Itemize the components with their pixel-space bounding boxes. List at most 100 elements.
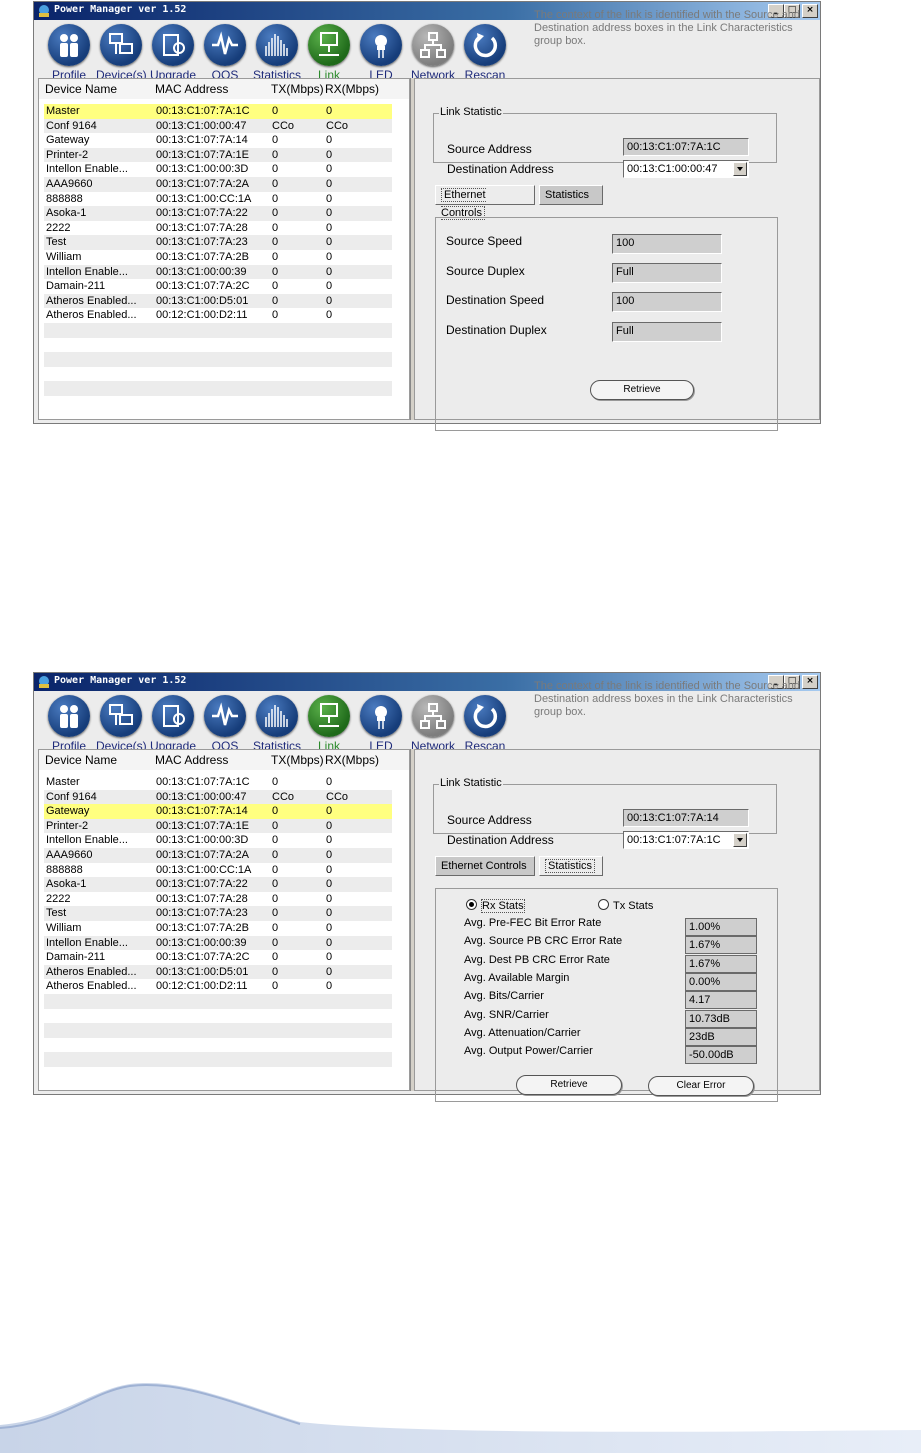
destination-address-select[interactable]: 00:13:C1:00:00:47 xyxy=(623,160,749,178)
retrieve-button[interactable]: Retrieve xyxy=(516,1075,622,1095)
toolbar-network-button[interactable]: Network xyxy=(408,24,458,82)
col-tx-mbps[interactable]: TX(Mbps) xyxy=(271,753,324,767)
table-row[interactable]: Intellon Enable... 00:13:C1:00:00:3D 0 0 xyxy=(44,833,392,848)
col-mac-address[interactable]: MAC Address xyxy=(155,82,228,96)
dropdown-arrow-icon[interactable] xyxy=(733,162,747,176)
toolbar-upgrade-button[interactable]: Upgrade xyxy=(148,695,198,753)
table-row[interactable] xyxy=(44,993,392,1009)
toolbar-link-button[interactable]: Link xyxy=(304,24,354,82)
table-row[interactable]: Test 00:13:C1:07:7A:23 0 0 xyxy=(44,235,392,250)
table-row[interactable]: Atheros Enabled... 00:13:C1:00:D5:01 0 0 xyxy=(44,293,392,309)
tx-cell: 0 xyxy=(272,207,279,220)
table-row[interactable]: Asoka-1 00:13:C1:07:7A:22 0 0 xyxy=(44,877,392,892)
table-row[interactable]: 2222 00:13:C1:07:7A:28 0 0 xyxy=(44,221,392,236)
rx-cell: CCo xyxy=(326,119,349,132)
col-device-name[interactable]: Device Name xyxy=(45,82,117,96)
device-name-cell: 2222 xyxy=(46,221,71,234)
table-row[interactable]: Intellon Enable... 00:13:C1:00:00:3D 0 0 xyxy=(44,162,392,177)
tab-ethernet-controls[interactable]: Ethernet Controls xyxy=(435,856,535,876)
table-row[interactable]: AAA9660 00:13:C1:07:7A:2A 0 0 xyxy=(44,847,392,863)
device-name-cell: Damain-211 xyxy=(46,280,106,293)
retrieve-button[interactable]: Retrieve xyxy=(590,380,694,400)
close-button[interactable]: × xyxy=(802,4,818,18)
table-row[interactable]: Intellon Enable... 00:13:C1:00:00:39 0 0 xyxy=(44,935,392,951)
table-row[interactable]: 888888 00:13:C1:00:CC:1A 0 0 xyxy=(44,863,392,878)
toolbar-rescan-button[interactable]: Rescan xyxy=(460,695,510,753)
mac-address-cell: 00:13:C1:07:7A:23 xyxy=(156,236,248,249)
device-name-cell: Printer-2 xyxy=(46,819,89,832)
table-row[interactable]: Printer-2 00:13:C1:07:7A:1E 0 0 xyxy=(44,147,392,163)
table-row[interactable] xyxy=(44,352,392,367)
mac-address-cell: 00:13:C1:07:7A:23 xyxy=(156,907,248,920)
toolbar-qos-button[interactable]: QOS xyxy=(200,695,250,753)
table-row[interactable] xyxy=(44,1052,392,1067)
tab-statistics[interactable]: Statistics xyxy=(539,185,603,205)
table-row[interactable] xyxy=(44,396,392,411)
table-row[interactable]: Intellon Enable... 00:13:C1:00:00:39 0 0 xyxy=(44,264,392,280)
dropdown-arrow-icon[interactable] xyxy=(733,833,747,847)
rx-stats-radio[interactable]: Rx Stats xyxy=(466,899,525,913)
col-rx-mbps[interactable]: RX(Mbps) xyxy=(325,753,379,767)
destination-address-select[interactable]: 00:13:C1:07:7A:1C xyxy=(623,831,749,849)
destination-address-value: 00:13:C1:00:00:47 xyxy=(627,163,718,175)
led-icon xyxy=(360,695,402,737)
col-tx-mbps[interactable]: TX(Mbps) xyxy=(271,82,324,96)
table-row[interactable]: Conf 9164 00:13:C1:00:00:47 CCo CCo xyxy=(44,118,392,134)
table-row[interactable]: Atheros Enabled... 00:12:C1:00:D2:11 0 0 xyxy=(44,308,392,323)
toolbar-network-button[interactable]: Network xyxy=(408,695,458,753)
table-row[interactable] xyxy=(44,367,392,382)
table-row[interactable]: 2222 00:13:C1:07:7A:28 0 0 xyxy=(44,892,392,907)
col-device-name[interactable]: Device Name xyxy=(45,753,117,767)
table-row[interactable]: Conf 9164 00:13:C1:00:00:47 CCo CCo xyxy=(44,789,392,805)
toolbar-devices-button[interactable]: Device(s) xyxy=(96,695,147,753)
table-row[interactable] xyxy=(44,1038,392,1053)
table-row[interactable]: Damain-211 00:13:C1:07:7A:2C 0 0 xyxy=(44,950,392,965)
table-row[interactable]: William 00:13:C1:07:7A:2B 0 0 xyxy=(44,921,392,936)
table-row[interactable]: Atheros Enabled... 00:13:C1:00:D5:01 0 0 xyxy=(44,964,392,980)
window-title: Power Manager ver 1.52 xyxy=(54,675,187,686)
col-rx-mbps[interactable]: RX(Mbps) xyxy=(325,82,379,96)
table-row[interactable]: William 00:13:C1:07:7A:2B 0 0 xyxy=(44,250,392,265)
toolbar-led-button[interactable]: LED xyxy=(356,24,406,82)
toolbar-profile-button[interactable]: Profile xyxy=(44,24,94,82)
toolbar-statistics-button[interactable]: Statistics xyxy=(252,24,302,82)
clear-error-button[interactable]: Clear Error xyxy=(648,1076,754,1096)
close-button[interactable]: × xyxy=(802,675,818,689)
toolbar-link-button[interactable]: Link xyxy=(304,695,354,753)
table-row[interactable]: AAA9660 00:13:C1:07:7A:2A 0 0 xyxy=(44,176,392,192)
toolbar-profile-button[interactable]: Profile xyxy=(44,695,94,753)
toolbar-led-button[interactable]: LED xyxy=(356,695,406,753)
table-row[interactable]: Test 00:13:C1:07:7A:23 0 0 xyxy=(44,906,392,921)
toolbar-statistics-button[interactable]: Statistics xyxy=(252,695,302,753)
table-row[interactable]: Asoka-1 00:13:C1:07:7A:22 0 0 xyxy=(44,206,392,221)
mac-address-cell: 00:13:C1:07:7A:2B xyxy=(156,921,249,934)
tab-statistics[interactable]: Statistics xyxy=(539,856,603,876)
table-row[interactable] xyxy=(44,1067,392,1082)
table-row[interactable]: Gateway 00:13:C1:07:7A:14 0 0 xyxy=(44,133,392,148)
toolbar-rescan-button[interactable]: Rescan xyxy=(460,24,510,82)
table-row[interactable]: 888888 00:13:C1:00:CC:1A 0 0 xyxy=(44,192,392,207)
table-row[interactable]: Damain-211 00:13:C1:07:7A:2C 0 0 xyxy=(44,279,392,294)
table-row[interactable] xyxy=(44,1009,392,1024)
device-name-cell: Master xyxy=(46,776,80,788)
table-row[interactable]: Master 00:13:C1:07:7A:1C 0 0 xyxy=(44,775,392,790)
rx-cell: 0 xyxy=(326,280,333,293)
table-row[interactable]: Master 00:13:C1:07:7A:1C 0 0 xyxy=(44,104,392,119)
table-row[interactable] xyxy=(44,1023,392,1038)
table-row[interactable] xyxy=(44,322,392,338)
table-row[interactable] xyxy=(44,381,392,396)
toolbar-qos-button[interactable]: QOS xyxy=(200,24,250,82)
table-row[interactable] xyxy=(44,338,392,353)
table-row[interactable]: Atheros Enabled... 00:12:C1:00:D2:11 0 0 xyxy=(44,979,392,994)
tx-stats-radio[interactable]: Tx Stats xyxy=(598,899,653,912)
table-row[interactable]: Gateway 00:13:C1:07:7A:14 0 0 xyxy=(44,804,392,819)
mac-address-cell: 00:13:C1:00:D5:01 xyxy=(156,294,249,307)
table-row[interactable]: Printer-2 00:13:C1:07:7A:1E 0 0 xyxy=(44,818,392,834)
source-address-field: 00:13:C1:07:7A:14 xyxy=(623,809,749,827)
tab-ethernet-controls[interactable]: Ethernet Controls xyxy=(435,185,535,220)
toolbar-devices-button[interactable]: Device(s) xyxy=(96,24,147,82)
tx-cell: 0 xyxy=(272,177,279,190)
toolbar-upgrade-button[interactable]: Upgrade xyxy=(148,24,198,82)
rx-cell: 0 xyxy=(326,207,333,220)
col-mac-address[interactable]: MAC Address xyxy=(155,753,228,767)
